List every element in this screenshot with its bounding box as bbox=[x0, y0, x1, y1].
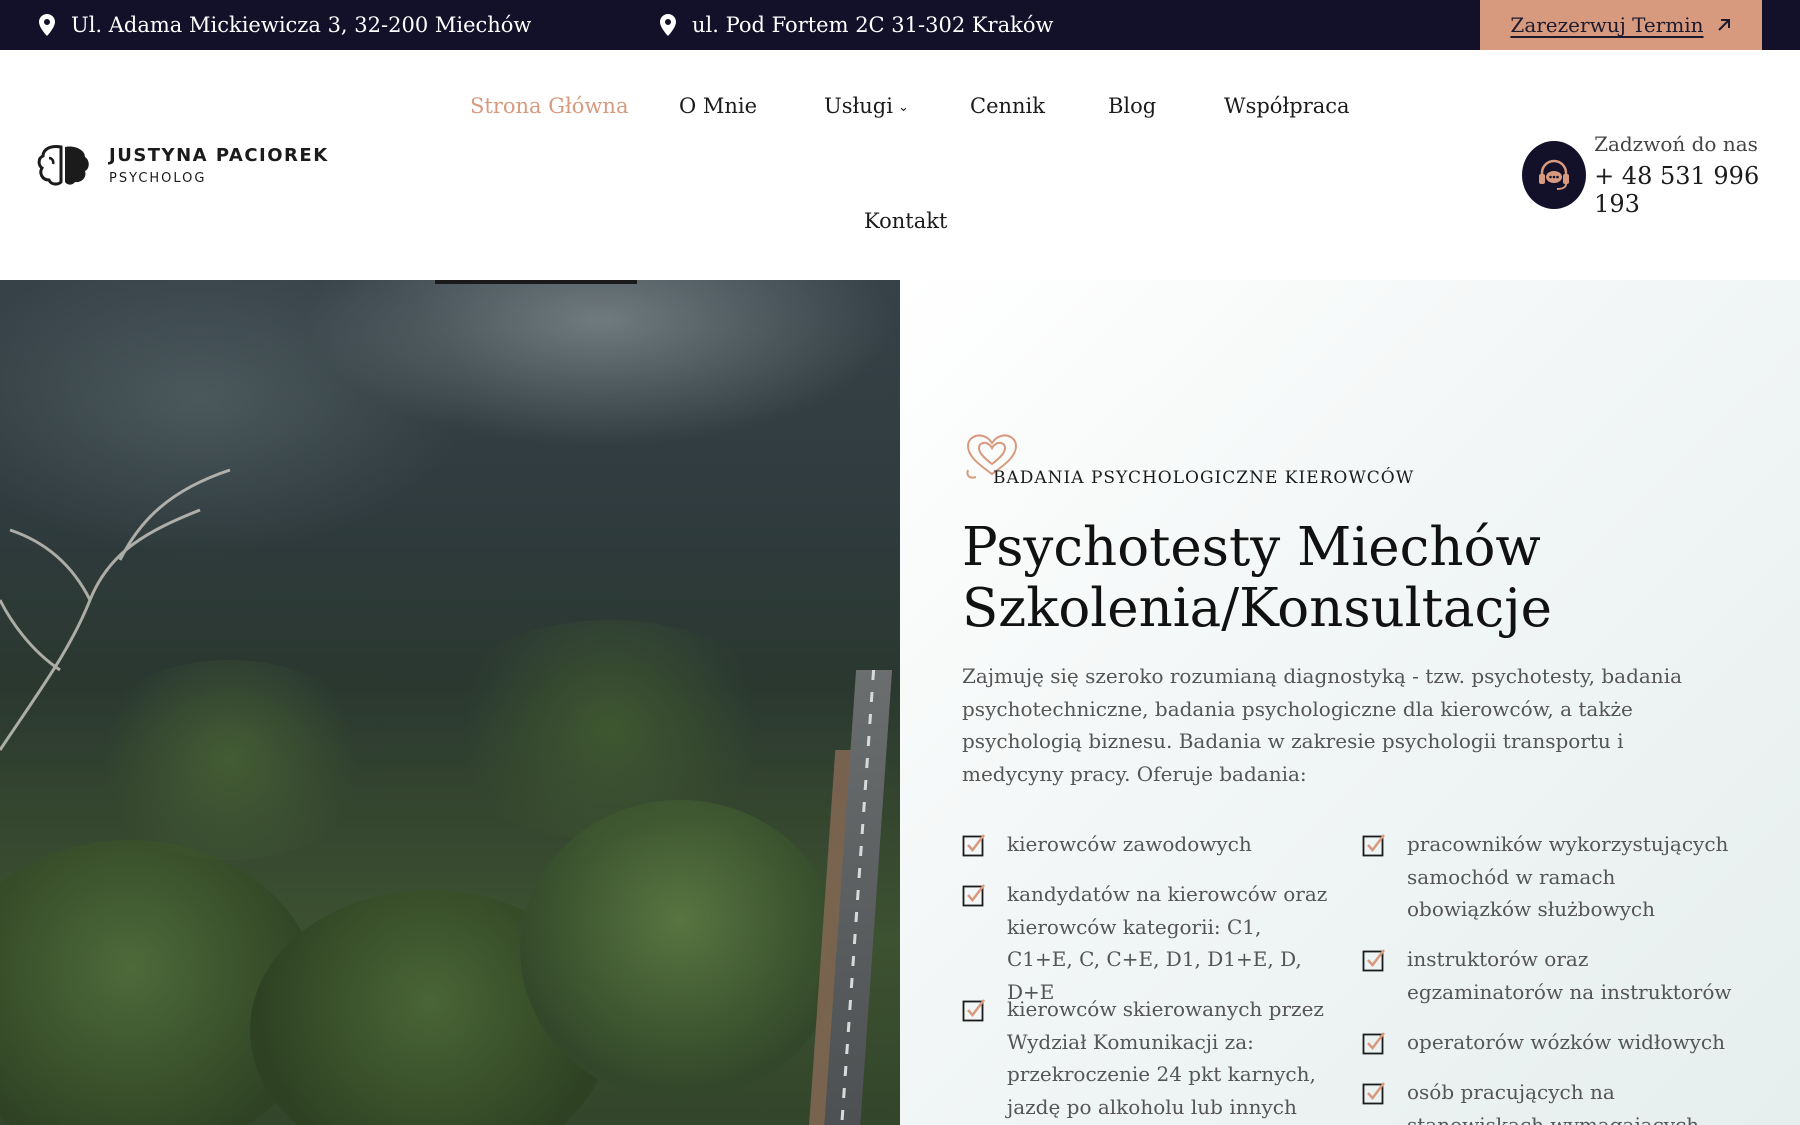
checkbox-checked-icon bbox=[962, 884, 985, 907]
top-bar: Ul. Adama Mickiewicza 3, 32-200 Miechów … bbox=[0, 0, 1800, 50]
chevron-down-icon: ⌄ bbox=[897, 100, 909, 115]
nav-pricing[interactable]: Cennik bbox=[970, 94, 1045, 118]
book-appointment-label: Zarezerwuj Termin bbox=[1510, 13, 1704, 37]
hero-forest-image bbox=[0, 280, 900, 1125]
nav-blog[interactable]: Blog bbox=[1108, 94, 1156, 118]
logo-subtitle: PSYCHOLOG bbox=[109, 170, 207, 186]
tree-canopy bbox=[430, 620, 790, 840]
map-pin-icon bbox=[39, 14, 55, 36]
hero-section: BADANIA PSYCHOLOGICZNE KIEROWCÓW Psychot… bbox=[0, 280, 1800, 1125]
list-item-text: pracowników wykorzystujących samochód w … bbox=[1407, 832, 1729, 921]
checkbox-checked-icon bbox=[1362, 949, 1385, 972]
book-appointment-button[interactable]: Zarezerwuj Termin bbox=[1480, 0, 1762, 50]
nav-home[interactable]: Strona Główna bbox=[470, 94, 628, 118]
checkbox-checked-icon bbox=[1362, 834, 1385, 857]
list-item: kierowców zawodowych bbox=[962, 828, 1332, 861]
nav-contact[interactable]: Kontakt bbox=[864, 209, 947, 233]
call-us-label: Zadzwoń do nas bbox=[1594, 132, 1758, 156]
hero-title: Psychotesty Miechów Szkolenia/Konsultacj… bbox=[962, 517, 1762, 639]
address-krakow[interactable]: ul. Pod Fortem 2C 31-302 Kraków bbox=[660, 0, 1053, 50]
bare-branches bbox=[0, 468, 231, 751]
list-item: osób pracujących na stanowiskach wymagaj… bbox=[1362, 1076, 1732, 1125]
map-pin-icon bbox=[660, 14, 676, 36]
call-us[interactable]: Zadzwoń do nas + 48 531 996 193 bbox=[1522, 132, 1800, 218]
hero-title-line-1: Psychotesty Miechów bbox=[962, 517, 1541, 578]
address-text: ul. Pod Fortem 2C 31-302 Kraków bbox=[692, 13, 1054, 37]
list-item-text: kandydatów na kierowców oraz kierowców k… bbox=[1007, 882, 1328, 1004]
list-item-text: osób pracujących na stanowiskach wymagaj… bbox=[1407, 1080, 1700, 1125]
list-item: instruktorów oraz egzaminatorów na instr… bbox=[1362, 943, 1732, 1008]
list-item: kandydatów na kierowców oraz kierowców k… bbox=[962, 878, 1332, 1008]
arrow-up-right-icon bbox=[1717, 19, 1730, 31]
checkbox-checked-icon bbox=[962, 834, 985, 857]
site-header: JUSTYNA PACIOREK PSYCHOLOG Strona Główna… bbox=[0, 50, 1800, 280]
hero-description: Zajmuję się szeroko rozumianą diagnostyk… bbox=[962, 664, 1683, 786]
list-item: operatorów wózków widłowych bbox=[1362, 1026, 1732, 1059]
logo[interactable]: JUSTYNA PACIOREK PSYCHOLOG bbox=[37, 143, 329, 187]
nav-cooperation[interactable]: Współpraca bbox=[1224, 94, 1350, 118]
list-item-text: instruktorów oraz egzaminatorów na instr… bbox=[1407, 947, 1732, 1004]
address-text: Ul. Adama Mickiewicza 3, 32-200 Miechów bbox=[71, 13, 532, 37]
logo-name: JUSTYNA PACIOREK bbox=[109, 144, 329, 166]
support-headset-icon bbox=[1539, 159, 1570, 190]
slider-indicator[interactable] bbox=[435, 280, 637, 284]
checkbox-checked-icon bbox=[1362, 1082, 1385, 1105]
list-item-text: operatorów wózków widłowych bbox=[1407, 1030, 1725, 1054]
list-item-text: kierowców skierowanych przez Wydział Kom… bbox=[1007, 997, 1324, 1119]
phone-number[interactable]: + 48 531 996 193 bbox=[1594, 162, 1800, 218]
phone-icon-circle bbox=[1522, 141, 1587, 209]
checkbox-checked-icon bbox=[962, 999, 985, 1022]
list-item: pracowników wykorzystujących samochód w … bbox=[1362, 828, 1732, 926]
checkbox-checked-icon bbox=[1362, 1032, 1385, 1055]
nav-about[interactable]: O Mnie bbox=[679, 94, 757, 118]
hero-title-line-2: Szkolenia/Konsultacje bbox=[962, 578, 1552, 639]
tree-canopy bbox=[520, 800, 840, 1100]
nav-services[interactable]: Usługi ⌄ bbox=[824, 94, 909, 118]
list-item-text: kierowców zawodowych bbox=[1007, 832, 1252, 856]
address-miechow[interactable]: Ul. Adama Mickiewicza 3, 32-200 Miechów bbox=[39, 0, 531, 50]
list-item: kierowców skierowanych przez Wydział Kom… bbox=[962, 993, 1332, 1125]
hero-kicker-text: BADANIA PSYCHOLOGICZNE KIEROWCÓW bbox=[993, 468, 1415, 488]
brain-icon bbox=[37, 145, 89, 186]
